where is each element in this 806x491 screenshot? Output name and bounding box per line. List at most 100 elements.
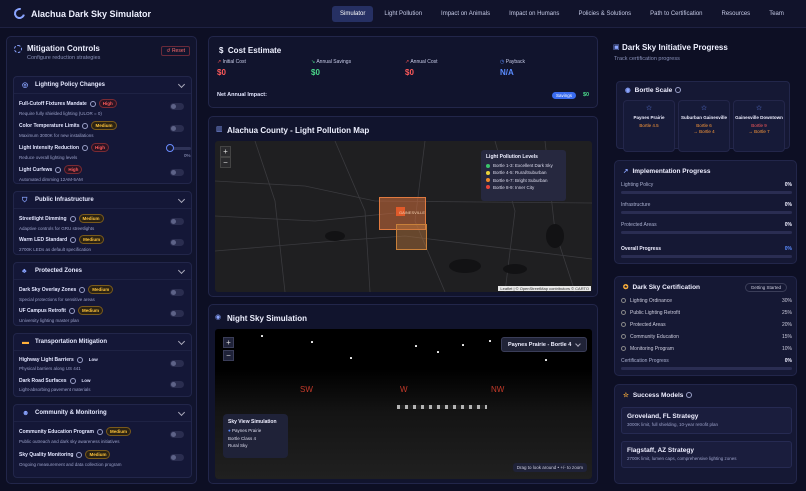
toggle-switch[interactable] [170, 431, 184, 438]
zoom-in-button[interactable]: + [220, 146, 231, 157]
certification-pct: 10% [781, 346, 792, 352]
intensity-slider[interactable] [166, 144, 191, 152]
progress-label: Lighting Policy [621, 182, 654, 188]
certification-pct: 30% [781, 298, 792, 304]
control-title: Light Curfews [19, 166, 53, 173]
info-icon[interactable] [76, 451, 83, 458]
group-header[interactable]: ▬ Transportation Mitigation [14, 334, 191, 351]
control-desc: Public outreach and dark sky awareness i… [19, 439, 120, 444]
info-icon[interactable] [686, 392, 693, 398]
info-icon[interactable] [82, 144, 88, 151]
toggle-switch[interactable] [170, 239, 184, 246]
control-item: Sky Quality Monitoring Medium Ongoing mea… [19, 450, 187, 468]
legend-label: Bortle 4-5: Rural/Suburban [493, 170, 547, 176]
info-icon[interactable] [89, 100, 96, 107]
control-title: UF Campus Retrofit [19, 307, 66, 314]
chevron-down-icon [177, 266, 186, 275]
nav-impact-animals[interactable]: Impact on Animals [433, 6, 498, 22]
success-title: Success Models [632, 391, 684, 399]
legend-item: Bortle 4-5: Rural/Suburban [486, 170, 561, 175]
reset-button[interactable]: ↺ Reset [161, 46, 190, 56]
control-desc: Ongoing measurement and data collection … [19, 462, 122, 467]
toggle-switch[interactable] [170, 169, 184, 176]
impact-badge: Medium [78, 214, 104, 223]
location-select[interactable]: Paynes Prairie - Bortle 4 [501, 337, 587, 352]
sky-zoom-out-button[interactable]: − [223, 350, 234, 361]
info-icon[interactable] [79, 286, 86, 293]
info-icon[interactable] [68, 307, 75, 314]
model-desc: 3000K limit, full shielding, 10-year ret… [627, 422, 719, 427]
model-title: Groveland, FL Strategy [627, 413, 699, 420]
cost-initial: ↗ Initial Cost $0 [217, 59, 246, 77]
cost-label: Payback [505, 59, 525, 65]
info-icon[interactable] [82, 122, 89, 129]
success-model[interactable]: Flagstaff, AZ Strategy 2700K limit, lume… [621, 441, 792, 468]
info-icon[interactable] [55, 166, 62, 173]
group-header[interactable]: ◎ Lighting Policy Changes [14, 77, 191, 94]
model-desc: 2700K limit, lumen caps, comprehensive l… [627, 456, 737, 461]
info-icon[interactable] [97, 428, 104, 435]
shield-icon: ⛉ [22, 196, 28, 204]
group-header[interactable]: ♣ Protected Zones [14, 263, 191, 280]
nav-light-pollution[interactable]: Light Pollution [376, 6, 430, 22]
certification-status-badge: Getting Started [744, 283, 787, 292]
toggle-switch[interactable] [170, 454, 184, 461]
progress-bar [621, 191, 792, 194]
drag-hint: Drag to look around • +/- to zoom [512, 463, 587, 472]
nav-certification[interactable]: Path to Certification [642, 6, 710, 22]
dollar-icon: $ [219, 46, 224, 55]
nav-policies[interactable]: Policies & Solutions [570, 6, 639, 22]
zoom-out-button[interactable]: − [220, 157, 231, 168]
hotspot-suburban[interactable] [396, 224, 427, 250]
toggle-switch[interactable] [170, 381, 184, 388]
nav-resources[interactable]: Resources [714, 6, 759, 22]
toggle-switch[interactable] [170, 103, 184, 110]
sky-view[interactable]: SW W NW + − Paynes Prairie - Bortle 4 Sk… [215, 329, 592, 479]
map-attribution[interactable]: Leaflet | © OpenStreetMap contributors ©… [498, 286, 591, 291]
implementation-header: ↗ Implementation Progress [623, 167, 710, 176]
gear-icon [14, 45, 22, 53]
progress-pct: 0% [784, 246, 792, 252]
nav-simulator[interactable]: Simulator [332, 6, 374, 22]
legend-item: Bortle 8-9: Inner City [486, 185, 561, 190]
toggle-switch[interactable] [170, 289, 184, 296]
progress-bar [621, 231, 792, 234]
certification-pct: 25% [781, 310, 792, 316]
initiative-subtitle: Track certification progress [614, 56, 680, 62]
brand-title: Alachua Dark Sky Simulator [31, 8, 152, 19]
info-icon[interactable] [70, 236, 77, 243]
sky-zoom-in-button[interactable]: + [223, 337, 234, 348]
toggle-switch[interactable] [170, 125, 184, 132]
legend-swatch [486, 163, 490, 168]
award-icon: ✪ [623, 284, 629, 291]
group-header[interactable]: ⛉ Public Infrastructure [14, 192, 191, 209]
legend-label: Bortle 6-7: Bright Suburban [493, 177, 548, 183]
city-label: GAINESVILLE [399, 210, 426, 215]
cost-label: Annual Cost [410, 59, 438, 65]
group-title: Community & Monitoring [35, 410, 107, 416]
legend-item: Bortle 1-3: Excellent Dark Sky [486, 163, 561, 168]
slider-handle[interactable] [166, 144, 174, 152]
impact-badge: High [91, 143, 109, 152]
toggle-switch[interactable] [170, 218, 184, 225]
info-icon[interactable] [76, 356, 83, 363]
legend-swatch [486, 170, 490, 175]
initiative-title: Dark Sky Initiative Progress [622, 43, 728, 52]
info-icon[interactable] [69, 377, 76, 384]
toggle-switch[interactable] [170, 310, 184, 317]
mitigation-subtitle: Configure reduction strategies [27, 55, 101, 61]
success-model[interactable]: Groveland, FL Strategy 3000K limit, full… [621, 407, 792, 434]
nav-impact-humans[interactable]: Impact on Humans [501, 6, 567, 22]
impact-badge: Medium [79, 235, 105, 244]
info-icon[interactable] [69, 215, 76, 222]
nav-team[interactable]: Team [761, 6, 792, 22]
light-pollution-map-panel: ▥ Alachua County - Light Pollution Map + [208, 116, 598, 297]
star-icon: ☆ [755, 105, 763, 112]
brand[interactable]: Alachua Dark Sky Simulator [11, 5, 152, 22]
toggle-switch[interactable] [170, 360, 184, 367]
trend-up-icon: ↗ [217, 59, 222, 65]
group-header[interactable]: ☻ Community & Monitoring [14, 405, 191, 422]
certification-label: Community Education [630, 334, 679, 340]
leaflet-map[interactable]: + − GAINESVILLE Light Pollution Levels B… [215, 141, 592, 292]
info-icon[interactable] [675, 87, 682, 93]
